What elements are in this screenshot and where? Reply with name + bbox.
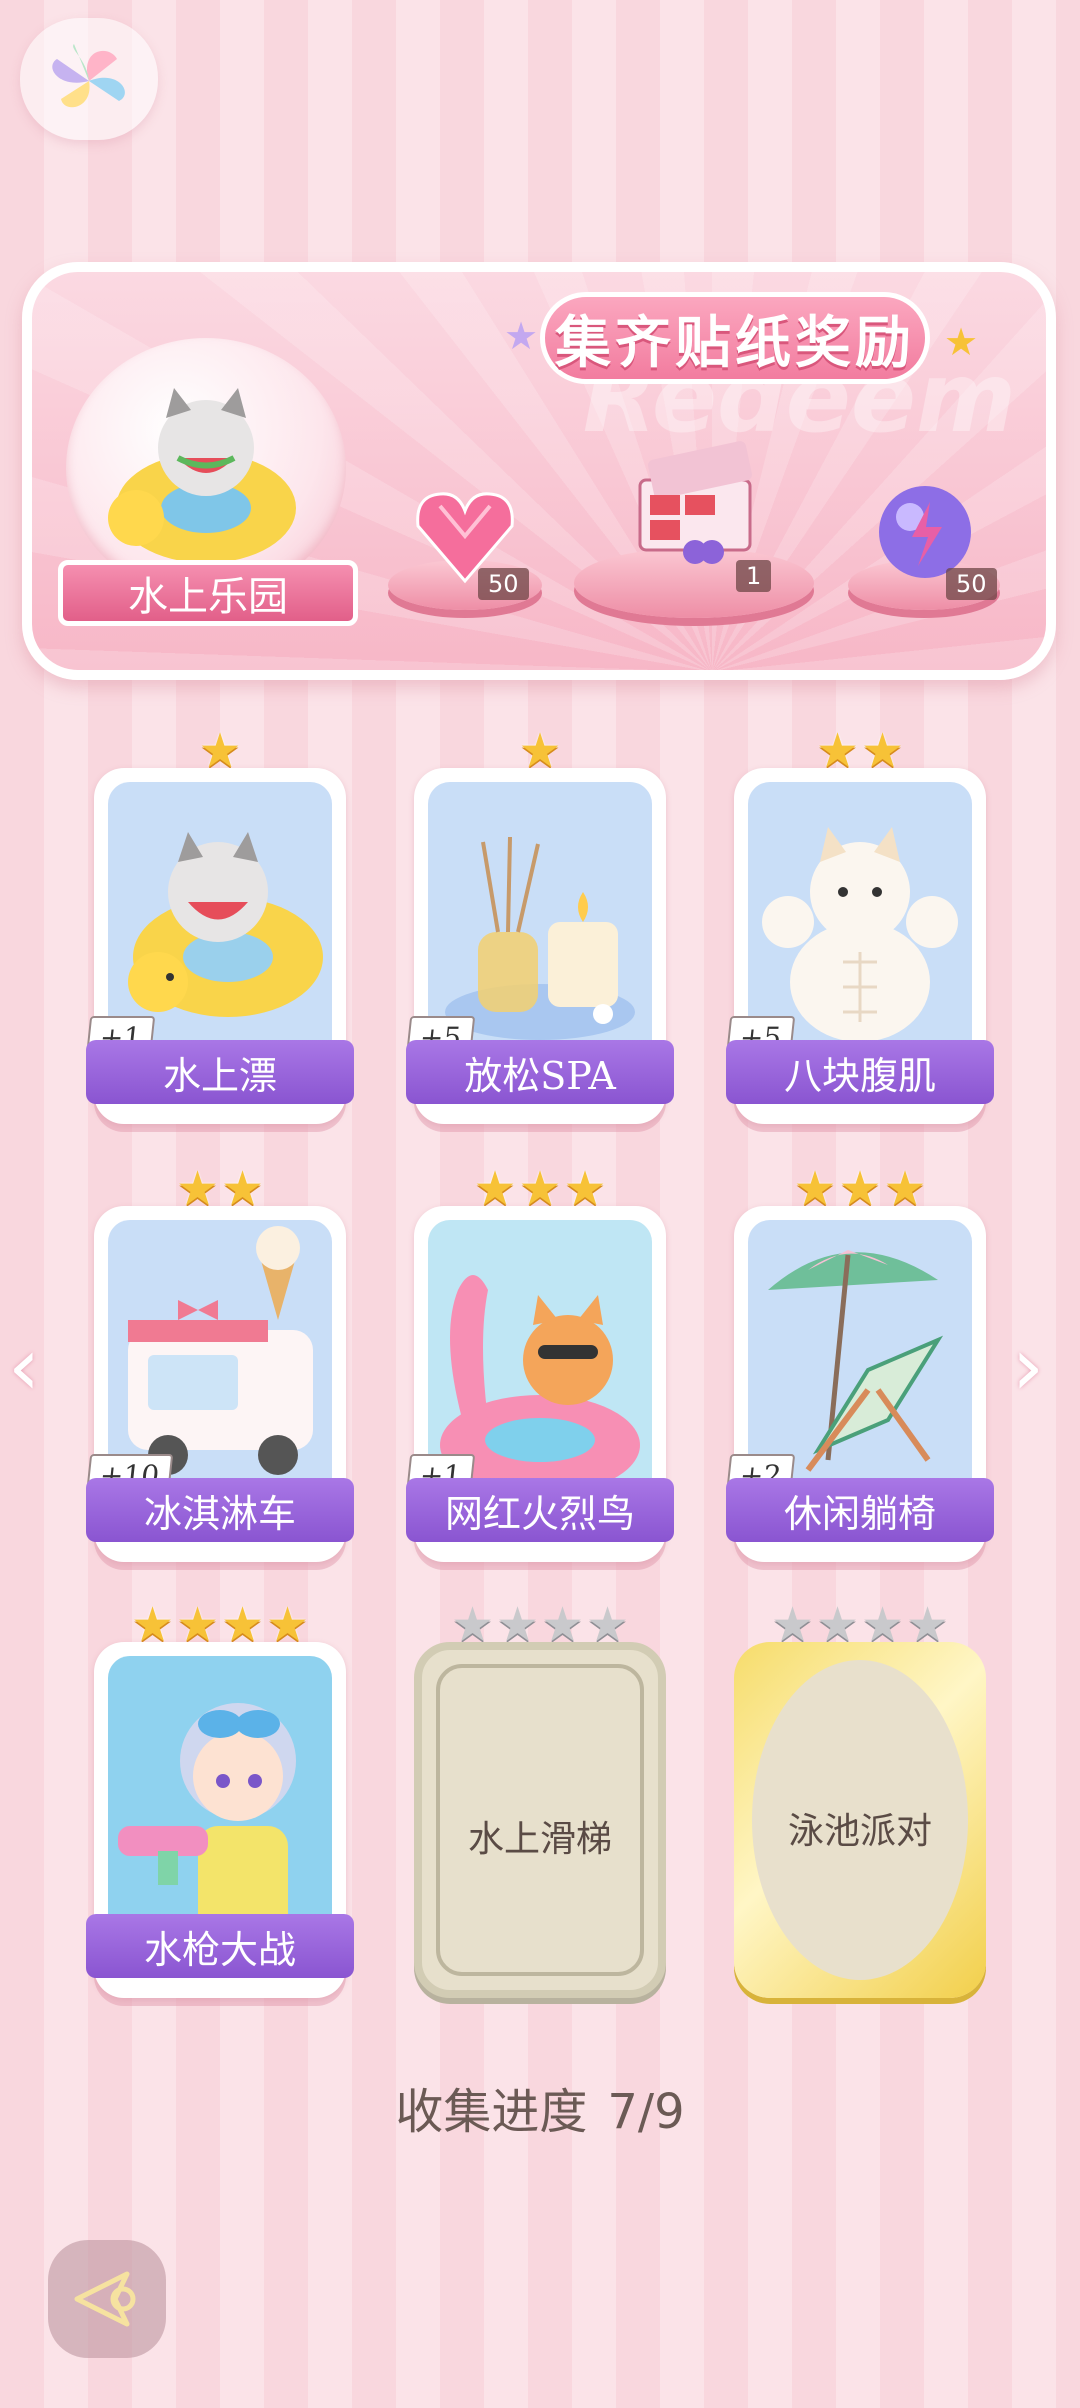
next-page-arrow[interactable]: › [1012, 1320, 1044, 1413]
sticker-name: 冰淇淋车 [86, 1478, 354, 1542]
gift-box-icon [620, 440, 770, 574]
app-logo[interactable] [20, 18, 158, 140]
sticker-card[interactable]: +5 放松SPA [405, 768, 674, 1124]
sticker-name: 水上漂 [86, 1040, 354, 1104]
reward-count: 50 [478, 568, 529, 600]
sticker-name: 网红火烈鸟 [406, 1478, 674, 1542]
sticker-card[interactable]: 水枪大战 [86, 1642, 354, 1998]
sticker-name: 放松SPA [406, 1040, 674, 1104]
water-gun-boy-icon [118, 1703, 296, 1936]
sticker-name: 水上滑梯 [467, 1819, 612, 1860]
sticker-card[interactable]: +10 冰淇淋车 [85, 1206, 354, 1562]
sticker-card[interactable]: +5 八块腹肌 [725, 768, 994, 1124]
star-deco-icon: ★ [944, 320, 979, 364]
locked-sticker-card[interactable]: 水上滑梯 [414, 1642, 666, 1998]
sticker-name: 泳池派对 [787, 1811, 932, 1852]
sticker-name: 休闲躺椅 [726, 1478, 994, 1542]
star-deco-icon: ★ [504, 314, 539, 358]
locked-sticker-card[interactable]: 泳池派对 [734, 1642, 986, 1998]
sticker-card[interactable]: +1 网红火烈鸟 [405, 1206, 674, 1562]
sticker-image [108, 1656, 332, 1956]
sticker-name: 八块腹肌 [726, 1040, 994, 1104]
collection-progress: 收集进度 7/9 [0, 2072, 1080, 2142]
sticker-card[interactable]: +2 休闲躺椅 [725, 1206, 994, 1562]
album-name: 水上乐园 [58, 560, 358, 626]
prev-page-arrow[interactable]: ‹ [8, 1320, 40, 1413]
sticker-name: 水枪大战 [86, 1914, 354, 1978]
sticker-card[interactable]: +1 水上漂 [85, 768, 354, 1124]
progress-label: 收集进度 [395, 2084, 588, 2140]
banner-title: 集齐贴纸奖励 [540, 292, 930, 384]
back-button[interactable] [48, 2240, 166, 2358]
album-cover [66, 338, 346, 598]
reward-count: 50 [946, 568, 997, 600]
reward-count: 1 [736, 560, 772, 592]
pinwheel-icon [52, 44, 125, 108]
progress-value: 7/9 [607, 2084, 685, 2140]
cat-float-icon [108, 388, 296, 563]
back-arrow-icon [74, 2271, 136, 2327]
